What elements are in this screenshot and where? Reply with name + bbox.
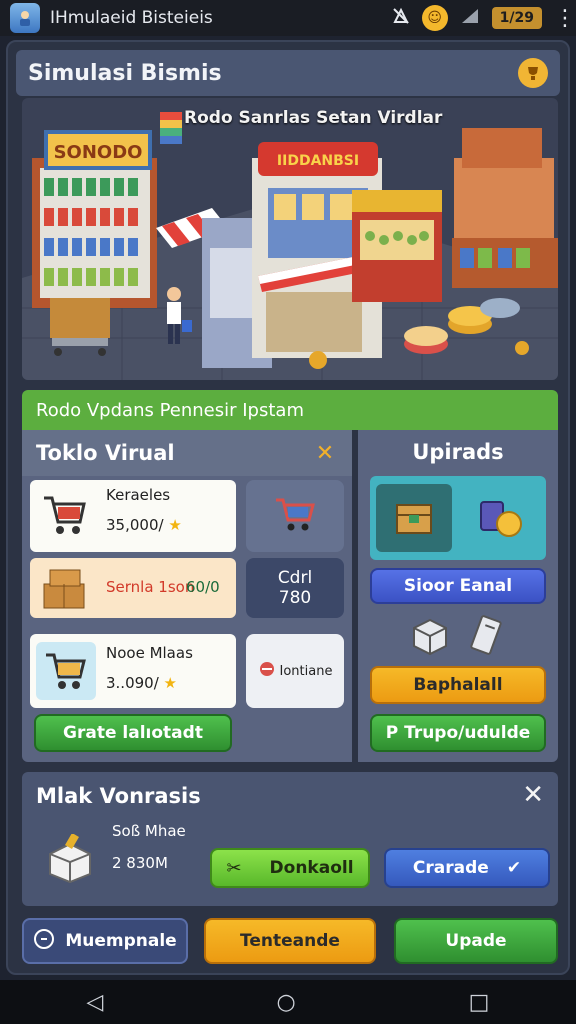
shopping-cart-icon bbox=[273, 494, 317, 538]
item-side-label: Iontiane bbox=[279, 663, 333, 679]
upgrade-confirm-label: Crarade bbox=[412, 858, 489, 878]
page-title: Simulasi Bismis bbox=[28, 60, 222, 86]
market-title: Mlak Vonrasis bbox=[36, 784, 201, 808]
item-price: 3..090/ ★ bbox=[106, 674, 177, 692]
tentang-button[interactable]: Tenteande bbox=[204, 918, 376, 964]
market-item-value: 2 830M bbox=[112, 854, 168, 872]
battery-text: 1/29 bbox=[499, 10, 534, 26]
market-panel: Mlak Vonrasis ✕ Soß Mhae 2 830M ✂ Donkao… bbox=[22, 772, 558, 906]
system-nav-bar: ◁ ○ □ bbox=[0, 980, 576, 1024]
scanner-icon bbox=[466, 614, 506, 662]
market-item-label: Soß Mhae bbox=[112, 822, 186, 840]
item-price: 35,000/ ★ bbox=[106, 516, 182, 534]
create-product-label: Grate lalıotadt bbox=[63, 723, 203, 743]
item-price: 60/0 bbox=[186, 578, 220, 596]
signal-off-icon bbox=[392, 7, 410, 29]
sign-sonodo: SONODO bbox=[54, 142, 143, 163]
signal-icon bbox=[460, 7, 480, 29]
star-icon: ★ bbox=[163, 674, 177, 692]
tentang-label: Tenteande bbox=[240, 931, 340, 951]
cost-card[interactable]: Cdrl 780 bbox=[246, 558, 344, 618]
item-title: Keraeles bbox=[106, 486, 171, 504]
special-upgrade-button[interactable]: Baphalall bbox=[370, 666, 546, 704]
download-button[interactable]: ✂ Donkaoll bbox=[210, 848, 370, 888]
download-label: Donkaoll bbox=[269, 858, 354, 878]
more-icon[interactable]: ⋮ bbox=[554, 6, 576, 31]
crate-icon[interactable] bbox=[376, 484, 452, 552]
cube-icon bbox=[410, 616, 450, 660]
scene-illustration: SONODO IIDDANBSI bbox=[22, 112, 558, 380]
tag-icon bbox=[258, 660, 276, 682]
cart-side-card[interactable] bbox=[246, 480, 344, 552]
back-icon[interactable]: ◁ bbox=[87, 990, 104, 1015]
package-icon bbox=[46, 832, 94, 884]
check-icon: ✔ bbox=[506, 858, 522, 878]
upgrades-title: Upirads bbox=[412, 440, 504, 464]
item-title: Sernla 1son bbox=[106, 578, 195, 596]
manage-button[interactable]: Muempnale bbox=[22, 918, 188, 964]
shopping-cart-icon bbox=[36, 642, 96, 700]
clock-icon bbox=[33, 928, 55, 955]
store-item-card[interactable]: Nooe Mlaas 3..090/ ★ bbox=[30, 634, 236, 708]
home-icon[interactable]: ○ bbox=[276, 990, 295, 1015]
close-icon[interactable]: ✕ bbox=[312, 440, 338, 466]
app-icon[interactable] bbox=[10, 3, 40, 33]
trophy-icon[interactable] bbox=[518, 58, 548, 88]
store-item-card[interactable]: Keraeles 35,000/ ★ bbox=[30, 480, 236, 552]
product-upgrade-button[interactable]: P Trupo/udulde bbox=[370, 714, 546, 752]
title-bar: Simulasi Bismis bbox=[16, 50, 560, 96]
create-product-button[interactable]: Grate lalıotadt bbox=[34, 714, 232, 752]
battery-icon: 1/29 bbox=[491, 7, 542, 29]
manage-label: Muempnale bbox=[65, 931, 177, 951]
product-upgrade-label: P Trupo/udulde bbox=[385, 723, 531, 743]
emoji-icon: ☺ bbox=[421, 5, 448, 31]
shopping-cart-icon bbox=[40, 492, 88, 542]
app-title: IHmulaeid Bisteieis bbox=[50, 8, 213, 28]
store-upgrade-button[interactable]: Sioor Eanal bbox=[370, 568, 546, 604]
status-bar: IHmulaeid Bisteieis ☺ 1/29 ⋮ bbox=[0, 0, 576, 36]
store-header: Toklo Virual ✕ bbox=[22, 430, 352, 476]
store-item-card[interactable]: Sernla 1son 60/0 bbox=[30, 558, 236, 618]
store-scene[interactable]: SONODO IIDDANBSI Rodo Sanrlas Setan Vird… bbox=[22, 98, 558, 380]
close-icon[interactable]: ✕ bbox=[522, 780, 544, 810]
scene-caption: Rodo Sanrlas Setan Virdlar bbox=[184, 108, 443, 128]
item-side-card[interactable]: Iontiane bbox=[246, 634, 344, 708]
special-upgrade-label: Baphalall bbox=[413, 675, 503, 695]
store-panel: Toklo Virual ✕ Keraeles 35,000/ ★ Sernla… bbox=[22, 430, 352, 762]
info-banner: Rodo Vpdans Pennesir Ipstam bbox=[22, 390, 558, 430]
store-upgrade-label: Sioor Eanal bbox=[403, 576, 513, 596]
upgrade-confirm-button[interactable]: Crarade ✔ bbox=[384, 848, 550, 888]
star-icon: ★ bbox=[168, 516, 182, 534]
game-frame: Simulasi Bismis SONODO IIDDANBSI Rodo Sa… bbox=[6, 40, 570, 975]
store-title: Toklo Virual bbox=[36, 441, 175, 465]
sign-main: IIDDANBSI bbox=[277, 153, 359, 169]
banner-text: Rodo Vpdans Pennesir Ipstam bbox=[36, 399, 304, 421]
update-label: Upade bbox=[445, 931, 507, 951]
cost-value: 780 bbox=[278, 588, 312, 608]
update-button[interactable]: Upade bbox=[394, 918, 558, 964]
upgrades-panel: Upirads Sioor Eanal Baphalall P Trupo/ud… bbox=[358, 430, 558, 762]
cost-label: Cdrl bbox=[277, 568, 313, 588]
upgrades-showcase bbox=[370, 476, 546, 560]
item-title: Nooe Mlaas bbox=[106, 644, 193, 662]
box-stack-icon bbox=[40, 564, 90, 616]
recents-icon[interactable]: □ bbox=[469, 990, 490, 1015]
coin-machine-icon[interactable] bbox=[462, 484, 538, 552]
tools-icon: ✂ bbox=[226, 857, 242, 879]
